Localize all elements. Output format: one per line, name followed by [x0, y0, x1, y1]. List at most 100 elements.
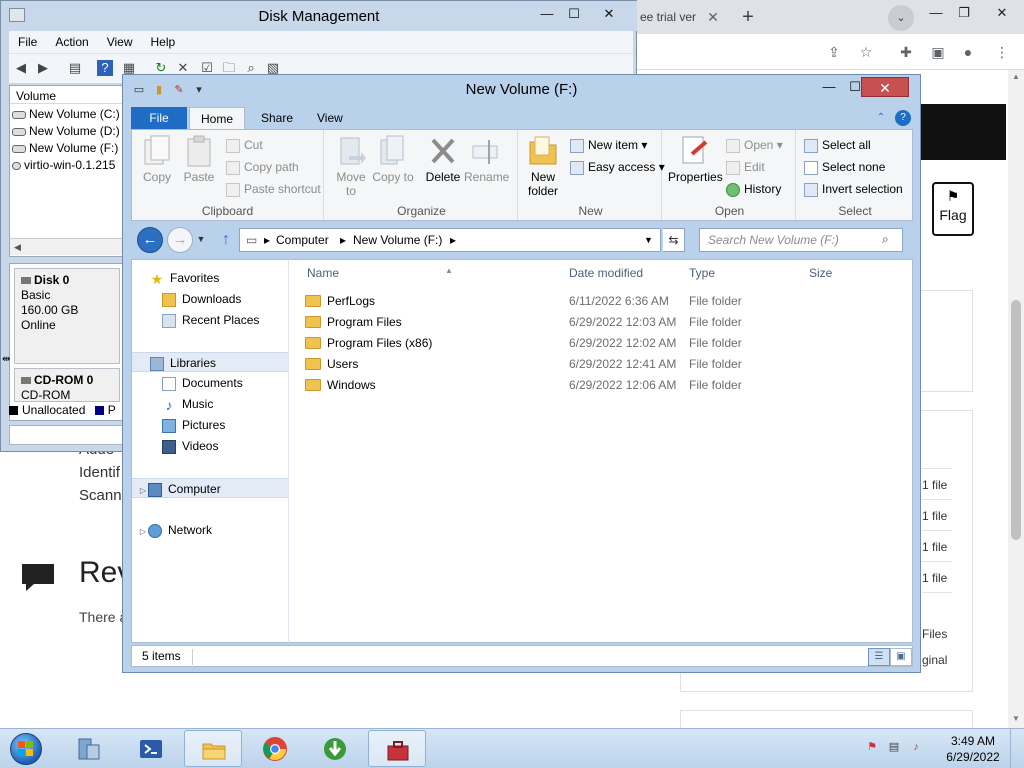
- maximize-icon[interactable]: ☐: [562, 5, 586, 23]
- scroll-up-icon[interactable]: ▲: [1008, 70, 1024, 84]
- column-size[interactable]: Size: [809, 266, 832, 280]
- tab-search-icon[interactable]: ⌄: [888, 5, 914, 31]
- file-row[interactable]: Windows 6/29/2022 12:06 AM File folder: [305, 375, 901, 395]
- tab-close-icon[interactable]: ✕: [704, 8, 722, 26]
- breadcrumb-volume[interactable]: New Volume (F:): [353, 233, 442, 247]
- tab-file[interactable]: File: [131, 107, 187, 129]
- cut-button[interactable]: Cut: [226, 136, 263, 154]
- new-item-button[interactable]: New item ▾: [570, 136, 647, 154]
- paste-button[interactable]: Paste: [178, 134, 220, 200]
- address-bar[interactable]: ▭ ▸ Computer ▸ New Volume (F:) ▸ ▼: [239, 228, 661, 252]
- delete-button[interactable]: Delete: [422, 134, 464, 200]
- help-icon[interactable]: ?: [97, 60, 113, 76]
- volume-column-header[interactable]: Volume: [10, 86, 126, 104]
- nav-item-favorites[interactable]: ★ Favorites: [132, 268, 288, 288]
- scroll-thumb[interactable]: [1011, 300, 1021, 540]
- nav-item-recent-places[interactable]: Recent Places: [132, 310, 288, 330]
- forward-arrow-icon[interactable]: ▶: [35, 60, 51, 76]
- back-arrow-icon[interactable]: ◀: [13, 60, 29, 76]
- forward-arrow-icon[interactable]: →: [167, 227, 193, 253]
- properties-button[interactable]: Properties: [668, 134, 723, 200]
- column-type[interactable]: Type: [689, 266, 715, 280]
- expand-icon[interactable]: ▷: [138, 481, 148, 501]
- menu-action[interactable]: Action: [46, 31, 97, 49]
- minimize-ribbon-icon[interactable]: ⌃: [873, 110, 889, 126]
- share-icon[interactable]: ⇪: [824, 42, 844, 62]
- file-row[interactable]: Users 6/29/2022 12:41 AM File folder: [305, 354, 901, 374]
- minimize-icon[interactable]: —: [817, 77, 841, 97]
- invert-selection-button[interactable]: Invert selection: [804, 180, 903, 198]
- expand-icon[interactable]: ▷: [138, 522, 148, 542]
- history-button[interactable]: History: [726, 180, 781, 198]
- page-scrollbar[interactable]: ▲ ▼: [1008, 70, 1024, 728]
- file-row[interactable]: Program Files (x86) 6/29/2022 12:02 AM Fil…: [305, 333, 901, 353]
- menu-file[interactable]: File: [9, 31, 46, 49]
- minimize-icon[interactable]: —: [535, 5, 559, 23]
- taskbar-chrome[interactable]: [246, 730, 304, 767]
- column-date-modified[interactable]: Date modified: [569, 266, 643, 280]
- taskbar-clock[interactable]: 3:49 AM 6/29/2022: [942, 733, 1004, 765]
- explorer-titlebar[interactable]: ▭ ▮ ✎ ▾ New Volume (F:) — ☐ ✕: [123, 75, 920, 105]
- taskbar-server-manager[interactable]: [60, 730, 118, 767]
- tab-share[interactable]: Share: [247, 107, 307, 129]
- menu-icon[interactable]: ⋮: [992, 42, 1012, 62]
- console-tree-icon[interactable]: ▤: [67, 60, 83, 76]
- chrome-minimize-icon[interactable]: —: [922, 2, 950, 24]
- select-all-button[interactable]: Select all: [804, 136, 871, 154]
- nav-item-downloads[interactable]: Downloads: [132, 289, 288, 309]
- address-dropdown-icon[interactable]: ▼: [644, 235, 653, 245]
- volume-muted-icon[interactable]: ♪: [908, 739, 924, 755]
- nav-item-documents[interactable]: Documents: [132, 373, 288, 393]
- large-icons-view-icon[interactable]: ▣: [890, 648, 912, 666]
- menu-help[interactable]: Help: [142, 31, 185, 49]
- easy-access-button[interactable]: Easy access ▾: [570, 158, 665, 176]
- flag-button[interactable]: ⚑ Flag: [932, 182, 974, 236]
- paste-shortcut-button[interactable]: Paste shortcut: [226, 180, 321, 198]
- volume-row[interactable]: New Volume (C:): [12, 107, 126, 123]
- copy-button[interactable]: Copy: [136, 134, 178, 200]
- search-input[interactable]: Search New Volume (F:) ⌕: [699, 228, 903, 252]
- rename-button[interactable]: Rename: [464, 134, 509, 200]
- disk-mgmt-titlebar[interactable]: Disk Management — ☐ ✕: [1, 1, 637, 31]
- copy-to-button[interactable]: Copy to: [372, 134, 414, 200]
- details-view-icon[interactable]: ☰: [868, 648, 890, 666]
- taskbar-toolbox[interactable]: [368, 730, 426, 767]
- nav-item-network[interactable]: ▷ Network: [132, 520, 288, 540]
- nav-item-videos[interactable]: Videos: [132, 436, 288, 456]
- up-arrow-icon[interactable]: ↑: [217, 230, 235, 250]
- nav-item-libraries[interactable]: Libraries: [132, 352, 288, 372]
- new-folder-button[interactable]: New folder: [522, 134, 564, 200]
- breadcrumb-separator-icon[interactable]: ▸: [450, 233, 456, 247]
- search-icon[interactable]: ⌕: [882, 232, 889, 247]
- taskbar-powershell[interactable]: [122, 730, 180, 767]
- tab-view[interactable]: View: [303, 107, 357, 129]
- close-icon[interactable]: ✕: [861, 77, 909, 97]
- refresh-icon[interactable]: ⇆: [663, 228, 685, 252]
- breadcrumb-separator-icon[interactable]: ▸: [340, 233, 346, 247]
- open-button[interactable]: Open ▾: [726, 136, 783, 154]
- disk-0-block[interactable]: Disk 0 Basic 160.00 GB Online: [14, 268, 120, 364]
- horizontal-scrollbar[interactable]: ◀: [10, 238, 126, 255]
- network-tray-icon[interactable]: ▤: [886, 739, 902, 755]
- cdrom-0-block[interactable]: CD-ROM 0 CD-ROM: [14, 368, 120, 402]
- volume-row[interactable]: virtio-win-0.1.215: [12, 158, 126, 174]
- chrome-restore-icon[interactable]: ❐: [950, 2, 978, 24]
- back-arrow-icon[interactable]: ←: [137, 227, 163, 253]
- tab-home[interactable]: Home: [189, 107, 245, 130]
- nav-item-computer[interactable]: ▷ Computer: [132, 478, 288, 498]
- new-tab-button[interactable]: +: [736, 6, 760, 30]
- edit-button[interactable]: Edit: [726, 158, 765, 176]
- close-icon[interactable]: ✕: [597, 5, 621, 23]
- nav-item-music[interactable]: ♪ Music: [132, 394, 288, 414]
- help-icon[interactable]: ?: [895, 110, 911, 126]
- move-to-button[interactable]: Move to: [330, 134, 372, 200]
- chrome-close-icon[interactable]: ✕: [988, 2, 1016, 24]
- volume-row[interactable]: New Volume (F:): [12, 141, 126, 157]
- file-row[interactable]: PerfLogs 6/11/2022 6:36 AM File folder: [305, 291, 901, 311]
- menu-view[interactable]: View: [98, 31, 142, 49]
- volume-row[interactable]: New Volume (D:): [12, 124, 126, 140]
- select-none-button[interactable]: Select none: [804, 158, 885, 176]
- taskbar-download-manager[interactable]: [306, 730, 364, 767]
- breadcrumb-separator-icon[interactable]: ▸: [264, 233, 270, 247]
- taskbar-file-explorer[interactable]: [184, 730, 242, 767]
